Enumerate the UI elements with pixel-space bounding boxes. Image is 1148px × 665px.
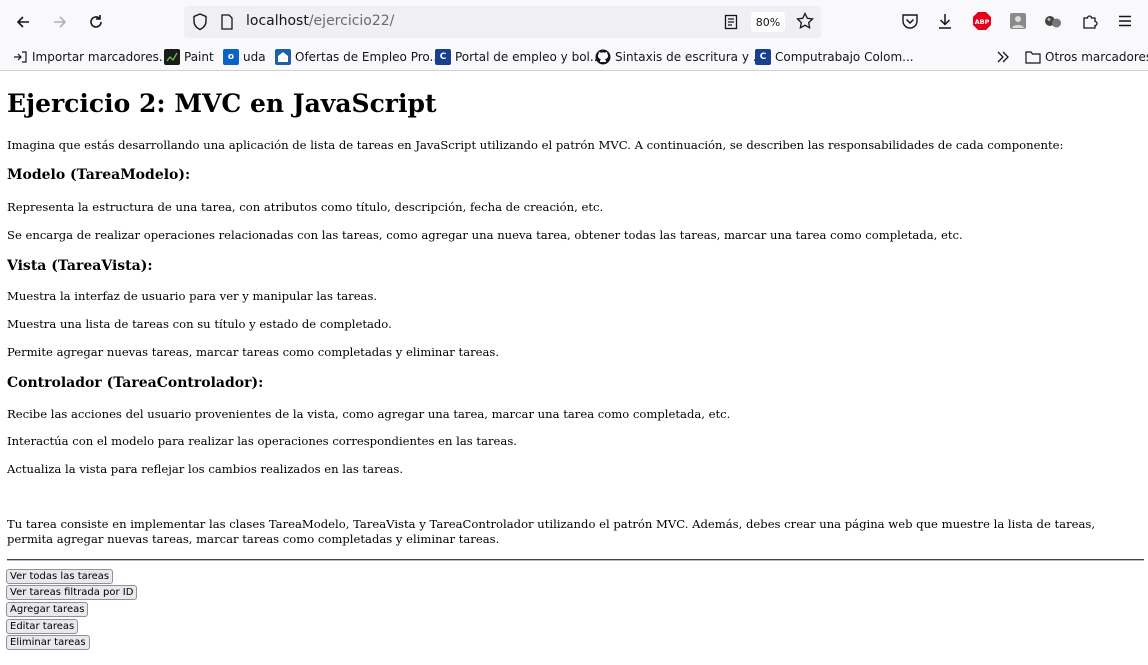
section-heading-vista: Vista (TareaVista): (7, 258, 153, 274)
bookmarks-overflow-chevron-icon[interactable] (995, 48, 1011, 66)
delete-tasks-button[interactable]: Eliminar tareas (6, 635, 90, 650)
view-tasks-by-id-button[interactable]: Ver tareas filtrada por ID (6, 585, 138, 600)
bookmark-import[interactable]: Importar marcadores... (12, 48, 170, 66)
back-icon[interactable] (9, 8, 37, 36)
job-offers-icon (275, 49, 291, 65)
url-bar[interactable]: localhost/ejercicio22/ 80% (184, 6, 821, 38)
adblock-plus-icon[interactable]: ABP (971, 10, 993, 32)
bookmark-label: Portal de empleo y bol... (455, 50, 602, 64)
bookmark-label: Otros marcadores (1045, 50, 1148, 64)
modelo-paragraph: Representa la estructura de una tarea, c… (7, 200, 604, 214)
bookmark-star-icon[interactable] (796, 11, 814, 34)
url-text[interactable]: localhost/ejercicio22/ (246, 13, 394, 29)
forward-icon[interactable] (46, 8, 74, 36)
page-icon[interactable] (220, 14, 234, 34)
bookmark-label: Importar marcadores... (32, 50, 171, 64)
extensions-puzzle-icon[interactable] (1079, 10, 1101, 32)
page-content: Ejercicio 2: MVC en JavaScript Imagina q… (0, 71, 1148, 665)
section-heading-modelo: Modelo (TareaModelo): (7, 167, 191, 183)
menu-icon[interactable] (1114, 10, 1136, 32)
url-path: /ejercicio22/ (308, 13, 395, 29)
intro-paragraph: Imagina que estás desarrollando una apli… (7, 138, 1064, 152)
computrabajo-icon: C (755, 49, 771, 65)
paint-icon (164, 49, 180, 65)
reload-icon[interactable] (82, 8, 110, 36)
reader-view-icon[interactable] (724, 14, 738, 34)
download-icon[interactable] (934, 10, 956, 32)
outlook-icon: o (223, 49, 239, 65)
github-icon (595, 49, 611, 65)
vista-paragraph: Permite agregar nuevas tareas, marcar ta… (7, 345, 500, 359)
page-title: Ejercicio 2: MVC en JavaScript (7, 89, 437, 118)
import-icon (12, 49, 28, 65)
extension-icon[interactable] (1042, 10, 1064, 32)
url-host: localhost (246, 13, 309, 29)
bookmark-label: Ofertas de Empleo Pro... (295, 50, 441, 64)
portal-icon: C (435, 49, 451, 65)
profile-extension-icon[interactable] (1007, 10, 1029, 32)
section-heading-controlador: Controlador (TareaControlador): (7, 375, 264, 391)
shield-icon[interactable] (192, 13, 208, 35)
bookmark-ofertas[interactable]: Ofertas de Empleo Pro... (275, 48, 441, 66)
add-tasks-button[interactable]: Agregar tareas (6, 602, 89, 617)
modelo-paragraph: Se encarga de realizar operaciones relac… (7, 228, 963, 242)
bookmark-paint[interactable]: Paint (164, 48, 214, 66)
task-description: Tu tarea consiste en implementar las cla… (7, 517, 1096, 546)
svg-text:ABP: ABP (975, 18, 990, 26)
zoom-level-badge[interactable]: 80% (751, 12, 785, 32)
bookmark-label: Computrabajo Colom... (775, 50, 914, 64)
bookmark-computrabajo[interactable]: C Computrabajo Colom... (755, 48, 914, 66)
bookmarks-bar: Importar marcadores... Paint o uda Ofert… (0, 44, 1148, 71)
controlador-paragraph: Recibe las acciones del usuario provenie… (7, 407, 731, 421)
folder-icon (1025, 49, 1041, 65)
controlador-paragraph: Actualiza la vista para reflejar los cam… (7, 462, 404, 476)
edit-tasks-button[interactable]: Editar tareas (6, 619, 79, 634)
controlador-paragraph: Interactúa con el modelo para realizar l… (7, 434, 517, 448)
pocket-icon[interactable] (899, 10, 921, 32)
bookmark-sintaxis[interactable]: Sintaxis de escritura y ... (595, 48, 764, 66)
bookmark-label: Sintaxis de escritura y ... (615, 50, 765, 64)
bookmark-label: Paint (184, 50, 214, 64)
view-all-tasks-button[interactable]: Ver todas las tareas (6, 569, 114, 584)
bookmark-label: uda (243, 50, 266, 64)
bookmark-uda[interactable]: o uda (223, 48, 266, 66)
browser-toolbar: localhost/ejercicio22/ 80% ABP (0, 0, 1148, 44)
vista-paragraph: Muestra una lista de tareas con su títul… (7, 317, 392, 331)
divider (7, 559, 1144, 561)
bookmark-portal[interactable]: C Portal de empleo y bol... (435, 48, 601, 66)
vista-paragraph: Muestra la interfaz de usuario para ver … (7, 289, 378, 303)
other-bookmarks[interactable]: Otros marcadores (1025, 48, 1148, 66)
